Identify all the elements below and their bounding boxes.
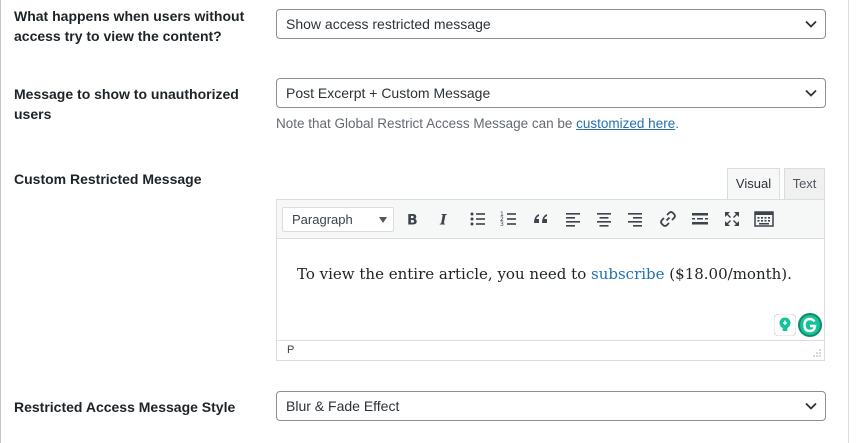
grammarly-icon (798, 313, 822, 337)
read-more-button[interactable] (690, 209, 710, 229)
bullet-list-button[interactable] (468, 209, 488, 229)
bold-button[interactable]: B (403, 209, 423, 229)
align-right-icon (628, 213, 642, 227)
bold-icon: B (407, 213, 418, 229)
left-border (0, 0, 1, 443)
content-text: To view the entire article, you need to (297, 265, 592, 283)
right-scroll-edge (848, 0, 849, 443)
blockquote-icon (534, 214, 547, 223)
unauthorized-message-value: Post Excerpt + Custom Message (286, 85, 491, 101)
link-icon (660, 211, 676, 227)
align-left-icon (566, 213, 580, 227)
svg-text:3: 3 (500, 221, 504, 228)
grammarly-suggestion-button[interactable] (773, 313, 797, 337)
subscribe-link[interactable]: subscribe (591, 265, 665, 283)
unauthorized-message-label: Message to show to unauthorized users (14, 86, 239, 122)
unauthorized-message-select[interactable]: Post Excerpt + Custom Message (276, 78, 826, 108)
align-right-button[interactable] (625, 209, 645, 229)
chevron-down-icon (805, 20, 817, 28)
format-select-value: Paragraph (292, 212, 353, 227)
italic-button[interactable]: I (434, 209, 454, 229)
fullscreen-button[interactable] (722, 209, 742, 229)
fullscreen-icon (725, 212, 739, 226)
editor-toolbar: Paragraph B I 123 (277, 200, 824, 239)
align-center-button[interactable] (594, 209, 614, 229)
note-suffix: . (675, 116, 679, 131)
blockquote-button[interactable] (531, 209, 551, 229)
chevron-down-icon (805, 402, 817, 410)
bullet-list-icon (470, 212, 485, 226)
access-behavior-value: Show access restricted message (286, 16, 491, 32)
custom-message-label: Custom Restricted Message (14, 171, 202, 187)
numbered-list-button[interactable]: 123 (499, 209, 519, 229)
svg-text:B: B (407, 213, 418, 229)
grammarly-button[interactable] (797, 312, 823, 338)
note-text: Note that Global Restrict Access Message… (276, 116, 577, 131)
global-message-note: Note that Global Restrict Access Message… (276, 116, 679, 132)
lightbulb-icon (773, 313, 797, 337)
format-select[interactable]: Paragraph (282, 207, 394, 232)
tab-text[interactable]: Text (784, 168, 825, 199)
read-more-icon (692, 213, 708, 225)
link-button[interactable] (658, 209, 678, 229)
element-path[interactable]: P (287, 344, 294, 356)
align-center-icon (597, 213, 611, 227)
editor-content[interactable]: To view the entire article, you need to … (297, 262, 792, 286)
toolbar-toggle-icon (754, 211, 774, 227)
message-style-select[interactable]: Blur & Fade Effect (276, 391, 826, 421)
svg-text:I: I (439, 213, 447, 229)
customized-here-link[interactable]: customized here (576, 116, 675, 131)
align-left-button[interactable] (563, 209, 583, 229)
resize-handle-icon[interactable] (812, 348, 822, 358)
message-style-label: Restricted Access Message Style (14, 399, 236, 415)
content-price: ($18.00/month). (664, 265, 792, 283)
access-behavior-label: What happens when users without access t… (14, 8, 245, 44)
tab-visual[interactable]: Visual (727, 168, 780, 200)
message-style-value: Blur & Fade Effect (286, 398, 400, 414)
italic-icon: I (439, 213, 447, 229)
editor-statusbar: P (277, 340, 824, 360)
chevron-down-icon (805, 89, 817, 97)
toolbar-toggle-button[interactable] (754, 209, 774, 229)
rich-text-editor: Paragraph B I 123 To view the entire art… (276, 199, 825, 361)
triangle-down-icon (379, 217, 387, 223)
numbered-list-icon: 123 (500, 211, 516, 228)
access-behavior-select[interactable]: Show access restricted message (276, 9, 826, 39)
